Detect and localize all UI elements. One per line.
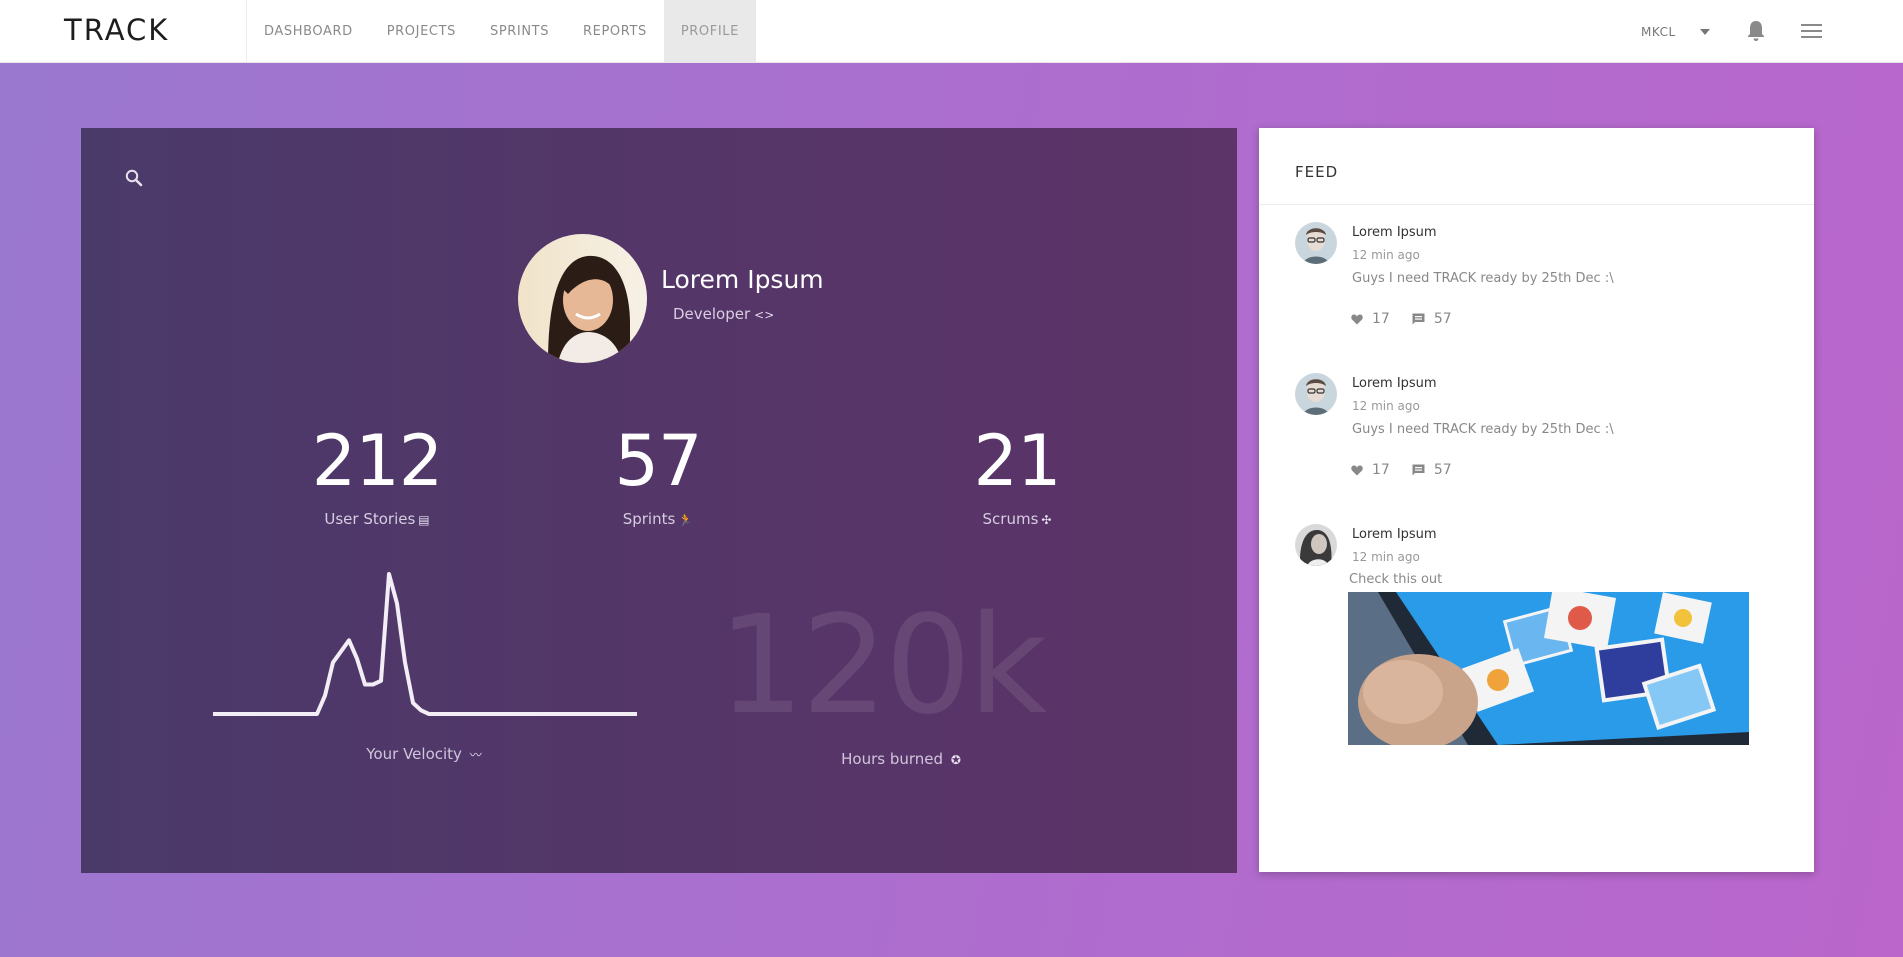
profile-name: Lorem Ipsum: [661, 265, 824, 294]
search-icon[interactable]: [124, 168, 144, 188]
post-avatar[interactable]: [1295, 373, 1337, 415]
stat-label-text: Scrums: [982, 510, 1039, 528]
stat-label: Sprints 🏃: [528, 510, 788, 528]
hamburger-icon[interactable]: [1801, 23, 1822, 39]
hours-label: Hours burned ✪: [781, 750, 1021, 768]
bell-icon[interactable]: [1746, 20, 1766, 42]
profile-role-label: Developer: [673, 305, 751, 323]
post-actions: 17 57: [1351, 311, 1474, 327]
post-time: 12 min ago: [1352, 248, 1420, 262]
comment-button[interactable]: 57: [1412, 311, 1452, 327]
velocity-sparkline: [213, 572, 637, 716]
fire-icon: ✪: [950, 753, 961, 767]
profile-avatar: [518, 234, 647, 363]
code-icon: <>: [754, 308, 775, 322]
heart-icon: [1351, 314, 1363, 324]
nav-profile[interactable]: PROFILE: [663, 0, 756, 63]
stat-label-text: Sprints: [622, 510, 676, 528]
list-icon: ▤: [418, 513, 430, 527]
stat-label: User Stories ▤: [247, 510, 507, 528]
main-nav: DASHBOARD PROJECTS SPRINTS REPORTS PROFI…: [247, 0, 756, 63]
chevron-down-icon: [1699, 28, 1710, 35]
app-logo[interactable]: TRACK: [64, 13, 169, 47]
stat-sprints: 57 Sprints 🏃: [528, 426, 788, 528]
velocity-label: Your Velocity 〰: [259, 745, 589, 763]
post-author[interactable]: Lorem Ipsum: [1352, 225, 1437, 240]
stat-label-text: User Stories: [324, 510, 416, 528]
comment-icon: [1412, 464, 1425, 476]
nav-dashboard[interactable]: DASHBOARD: [247, 0, 370, 63]
feed-title: FEED: [1295, 163, 1339, 181]
post-text: Guys I need TRACK ready by 25th Dec :\: [1352, 271, 1614, 286]
post-author[interactable]: Lorem Ipsum: [1352, 376, 1437, 391]
comment-button[interactable]: 57: [1412, 462, 1452, 478]
post-author[interactable]: Lorem Ipsum: [1352, 527, 1437, 542]
comment-count: 57: [1433, 311, 1452, 327]
nav-reports[interactable]: REPORTS: [566, 0, 664, 63]
feed-panel: FEED Lorem Ipsum 12 min ago Guys I need …: [1259, 128, 1814, 872]
stat-value: 21: [973, 420, 1061, 502]
nav-projects[interactable]: PROJECTS: [370, 0, 473, 63]
post-text: Guys I need TRACK ready by 25th Dec :\: [1352, 422, 1614, 437]
top-navbar: TRACK DASHBOARD PROJECTS SPRINTS REPORTS…: [0, 0, 1903, 63]
post-time: 12 min ago: [1352, 399, 1420, 413]
like-count: 17: [1372, 311, 1390, 327]
post-actions: 17 57: [1351, 462, 1474, 478]
post-text: Check this out: [1349, 572, 1443, 587]
comment-count: 57: [1433, 462, 1452, 478]
post-time: 12 min ago: [1352, 550, 1420, 564]
profile-role: Developer <>: [673, 305, 774, 323]
stat-user-stories: 212 User Stories ▤: [247, 426, 507, 528]
user-menu[interactable]: MKCL: [1641, 0, 1710, 63]
velocity-line: [213, 572, 637, 716]
nav-sprints[interactable]: SPRINTS: [473, 0, 566, 63]
velocity-label-text: Your Velocity: [366, 745, 462, 763]
stat-label: Scrums ✣: [887, 510, 1147, 528]
heart-icon: [1351, 465, 1363, 475]
hours-value: 120k: [717, 587, 1047, 745]
like-button[interactable]: 17: [1351, 311, 1390, 327]
comment-icon: [1412, 313, 1425, 325]
stat-value: 57: [614, 420, 702, 502]
like-button[interactable]: 17: [1351, 462, 1390, 478]
post-avatar[interactable]: [1295, 222, 1337, 264]
user-name: MKCL: [1641, 24, 1676, 39]
trending-icon: 〰: [469, 748, 482, 762]
post-avatar[interactable]: [1295, 524, 1337, 566]
hours-label-text: Hours burned: [841, 750, 944, 768]
scrum-icon: ✣: [1041, 513, 1052, 527]
feed-divider: [1259, 204, 1814, 205]
post-image[interactable]: [1348, 592, 1749, 745]
like-count: 17: [1372, 462, 1390, 478]
stat-scrums: 21 Scrums ✣: [887, 426, 1147, 528]
stat-value: 212: [311, 420, 444, 502]
runner-icon: 🏃: [678, 513, 694, 527]
profile-panel: Lorem Ipsum Developer <> 212 User Stories…: [81, 128, 1237, 873]
